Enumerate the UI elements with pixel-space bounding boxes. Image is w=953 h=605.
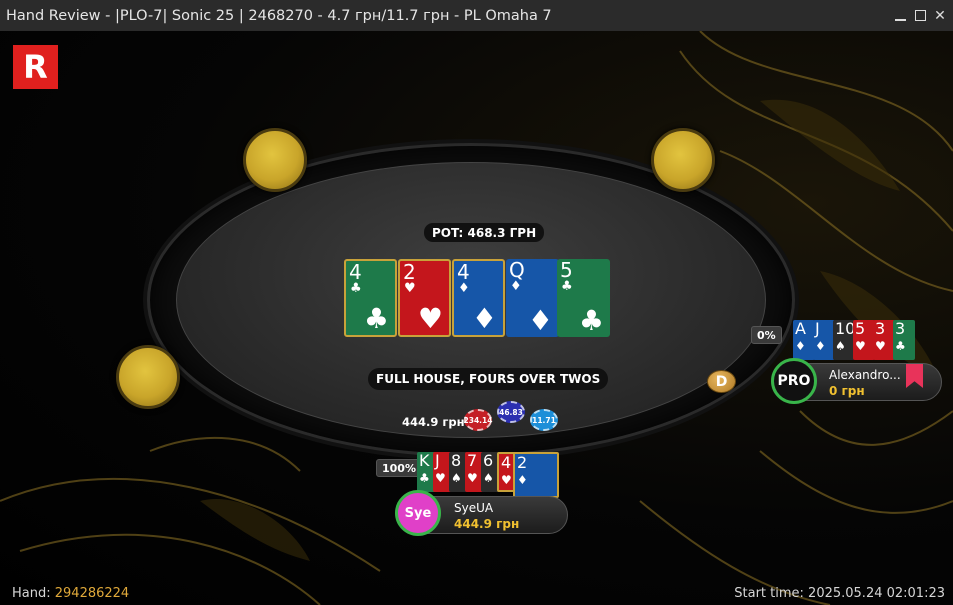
close-icon[interactable]: ✕ [933, 8, 947, 24]
board-card: 5 ♣ ♣ [557, 259, 610, 337]
card-suit-large: ♦ [471, 302, 497, 335]
start-time-label: Start time: [734, 586, 804, 601]
hole-card: 2 ♦ [513, 452, 559, 498]
card-rank: 8 [451, 452, 462, 470]
chip: 46.83 [497, 401, 525, 423]
card-suit: ♥ [875, 339, 886, 353]
card-rank: A [795, 320, 806, 338]
card-rank: 7 [467, 452, 478, 470]
card-suit: ♥ [501, 473, 512, 487]
hand-review-stage: R POT: 468.3 ГРН 4 ♣ ♣ 2 ♥ ♥ 4 ♦ ♦ Q ♦ ♦ 5 ♣ ♣ FULL HO… [0, 31, 953, 605]
hole-card: 3 ♣ [893, 320, 915, 360]
hole-card: 10 ♠ [833, 320, 855, 360]
maximize-icon[interactable] [913, 9, 927, 23]
card-rank: 10 [835, 320, 855, 338]
hand-id-value: 294286224 [54, 586, 130, 601]
card-suit: ♣ [419, 471, 430, 485]
room-logo: R [13, 45, 58, 89]
hole-card: 5 ♥ [853, 320, 875, 360]
board-card: 4 ♦ ♦ [452, 259, 505, 337]
hand-id-label: Hand: [12, 586, 51, 601]
card-suit: ♦ [510, 279, 522, 294]
minimize-icon[interactable] [893, 9, 907, 23]
card-suit: ♠ [835, 339, 846, 353]
bookmark-icon[interactable] [906, 364, 923, 388]
opponent-avatar[interactable]: PRO [771, 358, 817, 404]
card-rank: 3 [875, 320, 886, 338]
hero-name: SyeUA [454, 501, 494, 515]
board-card: Q ♦ ♦ [506, 259, 559, 337]
hero-equity: 100% [376, 459, 422, 477]
hole-card: J ♦ [813, 320, 835, 360]
start-time: Start time: 2025.05.24 02:01:23 [734, 586, 945, 601]
card-rank: J [435, 452, 440, 470]
card-rank: 4 [501, 453, 512, 472]
card-rank: 2 [403, 260, 416, 284]
hand-id: Hand: 294286224 [12, 586, 129, 601]
card-rank: 4 [349, 260, 362, 284]
card-rank: K [419, 452, 430, 470]
empty-seat[interactable] [116, 345, 180, 409]
card-suit: ♣ [561, 279, 573, 294]
dealer-button: D [707, 370, 736, 393]
card-suit: ♣ [895, 339, 906, 353]
pot-label: POT: 468.3 ГРН [424, 223, 545, 242]
card-suit: ♥ [404, 281, 416, 296]
card-suit: ♦ [815, 339, 826, 353]
card-rank: 6 [483, 452, 494, 470]
card-rank: 4 [457, 260, 470, 284]
hand-result-label: FULL HOUSE, FOURS OVER TWOS [368, 368, 609, 390]
chip: 234.14 [464, 409, 492, 431]
card-suit: ♥ [467, 471, 478, 485]
card-rank: Q [509, 259, 525, 282]
card-suit-large: ♥ [417, 302, 443, 335]
empty-seat[interactable] [243, 128, 307, 192]
opponent-stack: 0 грн [829, 384, 865, 398]
opponent-equity: 0% [751, 326, 782, 344]
start-time-value: 2025.05.24 02:01:23 [808, 586, 945, 601]
card-suit: ♥ [435, 471, 446, 485]
card-suit: ♣ [350, 281, 362, 296]
card-suit-large: ♣ [578, 304, 604, 337]
card-suit: ♦ [517, 473, 528, 487]
hero-avatar[interactable]: Sye [395, 490, 441, 536]
empty-seat[interactable] [651, 128, 715, 192]
opponent-hole-cards: A ♦ J ♦ 10 ♠ 5 ♥ 3 ♥ 3 ♣ [793, 320, 935, 362]
opponent-name: Alexandro... [829, 368, 901, 382]
bet-amount: 444.9 грн [402, 415, 465, 429]
hero-hole-cards: K ♣ J ♥ 8 ♠ 7 ♥ 6 ♠ 4 ♥ 2 ♦ [417, 452, 563, 498]
card-suit-large: ♣ [363, 302, 389, 335]
hero-stack: 444.9 грн [454, 517, 520, 531]
card-suit-large: ♦ [527, 304, 553, 337]
card-rank: 5 [560, 259, 573, 282]
card-rank: 2 [517, 453, 528, 472]
card-suit: ♥ [855, 339, 866, 353]
card-rank: 5 [855, 320, 866, 338]
board-card: 4 ♣ ♣ [344, 259, 397, 337]
window-title: Hand Review - |PLO-7| Sonic 25 | 2468270… [6, 7, 552, 24]
chip: 11.71 [530, 409, 558, 431]
card-suit: ♦ [795, 339, 806, 353]
card-suit: ♠ [451, 471, 462, 485]
card-suit: ♦ [458, 281, 470, 296]
hole-card: 3 ♥ [873, 320, 895, 360]
card-rank: 3 [895, 320, 906, 338]
hole-card: A ♦ [793, 320, 815, 360]
board-card: 2 ♥ ♥ [398, 259, 451, 337]
card-suit: ♠ [483, 471, 494, 485]
card-rank: J [815, 320, 820, 338]
window-titlebar: Hand Review - |PLO-7| Sonic 25 | 2468270… [0, 0, 953, 31]
